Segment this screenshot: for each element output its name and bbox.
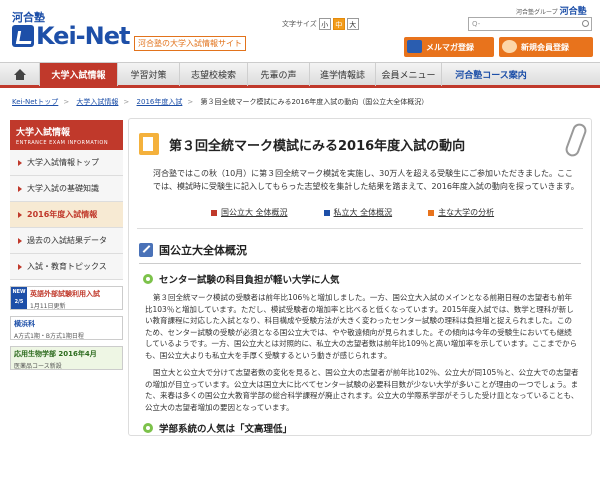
anchor-label: 国公立大 全体概況 (221, 208, 288, 217)
banner-yokohama-schedule: A方式1期・B方式1期日程 (14, 333, 84, 340)
anchor-national-overview[interactable]: 国公立大 全体概況 (211, 207, 288, 218)
banner-applied-bio-course: 医薬品コース新設 (14, 363, 62, 370)
sidebar-header: 大学入試情報 ENTRANCE EXAM INFORMATION (10, 120, 123, 150)
group-label: 河合塾グループ (516, 9, 558, 16)
anchor-label: 私立大 全体概況 (333, 208, 393, 217)
font-size-small-button[interactable]: 小 (318, 18, 331, 30)
sidebar: 大学入試情報 ENTRANCE EXAM INFORMATION 大学入試情報ト… (10, 120, 123, 370)
banner-applied-bio[interactable]: 応用生物学部 2016年4月 医薬品コース新設 (10, 346, 123, 370)
section-title: 国公立大全体概況 (159, 244, 247, 257)
banner-yokohama-title: 横浜科 (14, 320, 35, 328)
banner-yokohama[interactable]: 横浜科 A方式1期・B方式1期日程 (10, 316, 123, 340)
site-header: 河合塾 Kei-Net 河合塾の大学入試情報サイト 文字サイズ 小 中 大 河合… (0, 0, 600, 60)
square-bullet-icon (323, 209, 330, 216)
breadcrumb-exam-info[interactable]: 大学入試情報 (76, 98, 118, 106)
logo-tagline: 河合塾の大学入試情報サイト (134, 36, 246, 51)
anchor-label: 主な大学の分析 (438, 208, 495, 217)
anchor-private-overview[interactable]: 私立大 全体概況 (323, 207, 393, 218)
anchor-major-analysis[interactable]: 主な大学の分析 (428, 207, 494, 218)
title-row: 第３回全統マーク模試にみる2016年度入試の動向 (129, 119, 591, 165)
nav-home[interactable] (0, 63, 40, 86)
breadcrumb-home[interactable]: Kei-Netトップ (12, 98, 58, 106)
search-icon[interactable] (582, 20, 589, 27)
section-heading: 国公立大全体概況 (129, 229, 591, 259)
global-nav: 大学入試情報 学習対策 志望校検索 先輩の声 進学情報誌 会員メニュー 河合塾コ… (0, 62, 600, 88)
article-box: 第３回全統マーク模試にみる2016年度入試の動向 河合塾ではこの秋（10月）に第… (128, 118, 592, 436)
sidebar-item-top[interactable]: 大学入試情報トップ (10, 150, 123, 176)
square-bullet-icon (211, 209, 217, 216)
font-size-medium-button[interactable]: 中 (332, 18, 345, 30)
font-size-label: 文字サイズ (282, 20, 317, 28)
group-name: 河合塾 (559, 7, 587, 17)
banner-english-title: 英語外部試験利用入試 (30, 290, 100, 298)
banner-new-tag: NEW 2/5 (11, 287, 27, 309)
mail-icon (407, 40, 422, 53)
anchor-links: 国公立大 全体概況 私立大 全体概況 主な大学の分析 (129, 193, 591, 218)
breadcrumb-current: 第３回全統マーク模試にみる2016年度入試の動向（国公立大全体概況） (200, 98, 429, 106)
nav-item-member-menu[interactable]: 会員メニュー (376, 63, 442, 86)
main-content: 第３回全統マーク模試にみる2016年度入試の動向 河合塾ではこの秋（10月）に第… (128, 118, 592, 436)
font-size-switcher: 文字サイズ 小 中 大 (282, 18, 359, 30)
subheading-2: 学部系統の人気は「文高理低」 (129, 413, 591, 435)
nav-item-exam-info[interactable]: 大学入試情報 (40, 63, 118, 86)
mailmag-label: メルマガ登録 (426, 42, 474, 52)
paragraph-1: 第３回全統マーク模試の受験者は前年比106％と増加しました。一方、国公立大入試の… (145, 293, 578, 360)
new-member-button[interactable]: 新規会員登録 (499, 37, 593, 57)
mailmag-register-button[interactable]: メルマガ登録 (404, 37, 494, 57)
circle-bullet-icon (143, 274, 153, 284)
nav-item-senior-voices[interactable]: 先輩の声 (248, 63, 310, 86)
home-icon (13, 68, 26, 80)
sidebar-item-2016[interactable]: 2016年度入試情報 (10, 202, 123, 228)
nav-item-school-search[interactable]: 志望校検索 (180, 63, 248, 86)
breadcrumb: Kei-Netトップ > 大学入試情報 > 2016年度入試 > 第３回全統マーク模試… (12, 98, 429, 106)
breadcrumb-2016[interactable]: 2016年度入試 (137, 98, 183, 106)
sidebar-subtitle: ENTRANCE EXAM INFORMATION (16, 140, 109, 146)
sidebar-item-topics[interactable]: 入試・教育トピックス (10, 254, 123, 280)
banner-english-exam[interactable]: NEW 2/5 英語外部試験利用入試 1月11日更新 (10, 286, 123, 310)
sidebar-item-basics[interactable]: 大学入試の基礎知識 (10, 176, 123, 202)
nav-item-magazine[interactable]: 進学情報誌 (310, 63, 376, 86)
people-icon (502, 40, 517, 53)
page-title: 第３回全統マーク模試にみる2016年度入試の動向 (169, 138, 466, 154)
font-size-large-button[interactable]: 大 (346, 18, 359, 30)
group-link[interactable]: 河合塾グループ 河合塾 (516, 4, 587, 17)
sidebar-item-past-results[interactable]: 過去の入試結果データ (10, 228, 123, 254)
square-bullet-icon (428, 209, 435, 216)
subheading-1: センター試験の科目負担が軽い大学に人気 (129, 264, 591, 286)
notebook-icon (139, 133, 159, 155)
banner-english-update: 1月11日更新 (30, 303, 66, 310)
nav-item-course-guide[interactable]: 河合塾コース案内 (442, 63, 540, 86)
sidebar-title: 大学入試情報 (16, 128, 71, 138)
search-placeholder: Q- (472, 20, 481, 28)
subheading-2-text: 学部系統の人気は「文高理低」 (159, 424, 293, 435)
paragraph-2: 国立大と公立大で分けて志望者数の変化を見ると、国公立大の志望者が前年比102％、… (145, 368, 579, 412)
nav-item-study[interactable]: 学習対策 (118, 63, 180, 86)
search-input[interactable]: Q- (468, 17, 592, 31)
logo-mark-icon (12, 25, 34, 47)
logo-text: Kei-Net (36, 22, 130, 50)
pencil-icon (139, 243, 153, 257)
circle-bullet-icon (143, 423, 153, 433)
kei-net-logo[interactable]: Kei-Net (12, 22, 130, 50)
subheading-1-text: センター試験の科目負担が軽い大学に人気 (159, 275, 340, 286)
intro-text: 河合塾ではこの秋（10月）に第３回全統マーク模試を実施し、30万人を超える受験生… (153, 169, 579, 191)
banner-applied-bio-title: 応用生物学部 2016年4月 (14, 350, 97, 358)
new-member-label: 新規会員登録 (521, 42, 569, 52)
